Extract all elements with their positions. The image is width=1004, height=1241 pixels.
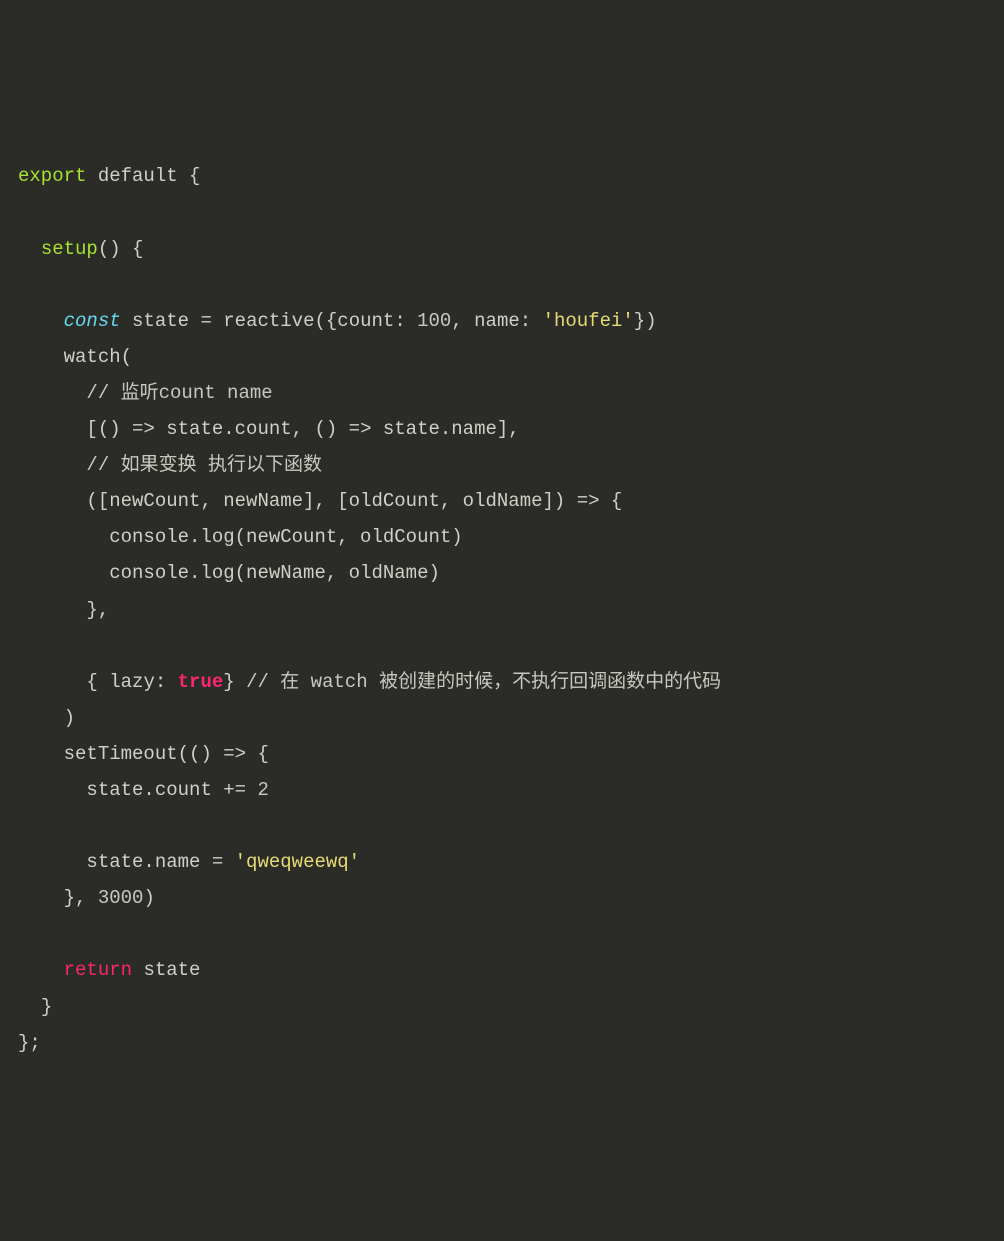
- code-line-7: // 监听count name: [18, 382, 273, 404]
- code-line-23: return state: [18, 959, 200, 981]
- code-line-3: setup() {: [18, 238, 143, 260]
- code-line-18: state.count += 2: [18, 779, 269, 801]
- brace: {: [178, 165, 201, 187]
- code-line-21: }, 3000): [18, 887, 155, 909]
- code-line-17: setTimeout(() => {: [18, 743, 269, 765]
- code-line-8: [() => state.count, () => state.name],: [18, 418, 520, 440]
- string-literal: 'houfei': [543, 310, 634, 332]
- code-line-1: export default {: [18, 165, 200, 187]
- code-line-10: ([newCount, newName], [oldCount, oldName…: [18, 490, 622, 512]
- fn-reactive: reactive: [223, 310, 314, 332]
- code-line-5: const state = reactive({count: 100, name…: [18, 310, 657, 332]
- comment-text: // 监听count name: [86, 382, 272, 404]
- code-block: export default { setup() { const state =…: [18, 158, 986, 1060]
- code-line-15: { lazy: true} // 在 watch 被创建的时候，不执行回调函数中…: [18, 671, 721, 693]
- keyword-const: const: [64, 310, 121, 332]
- keyword-true: true: [178, 671, 224, 693]
- string-literal: 'qweqweewq': [235, 851, 360, 873]
- comment-text: // 如果变换 执行以下函数: [86, 454, 322, 476]
- method-setup: setup: [41, 238, 98, 260]
- fn-watch: watch: [64, 346, 121, 368]
- keyword-return: return: [64, 959, 132, 981]
- keyword-export: export: [18, 165, 86, 187]
- code-line-16: ): [18, 707, 75, 729]
- fn-settimeout: setTimeout: [64, 743, 178, 765]
- comment-text: // 在 watch 被创建的时候，不执行回调函数中的代码: [246, 671, 721, 693]
- code-line-6: watch(: [18, 346, 132, 368]
- code-line-13: },: [18, 599, 109, 621]
- code-line-12: console.log(newName, oldName): [18, 562, 440, 584]
- code-line-25: };: [18, 1032, 41, 1054]
- code-line-9: // 如果变换 执行以下函数: [18, 454, 322, 476]
- code-line-24: }: [18, 996, 52, 1018]
- code-line-11: console.log(newCount, oldCount): [18, 526, 463, 548]
- keyword-default: default: [98, 165, 178, 187]
- code-line-20: state.name = 'qweqweewq': [18, 851, 360, 873]
